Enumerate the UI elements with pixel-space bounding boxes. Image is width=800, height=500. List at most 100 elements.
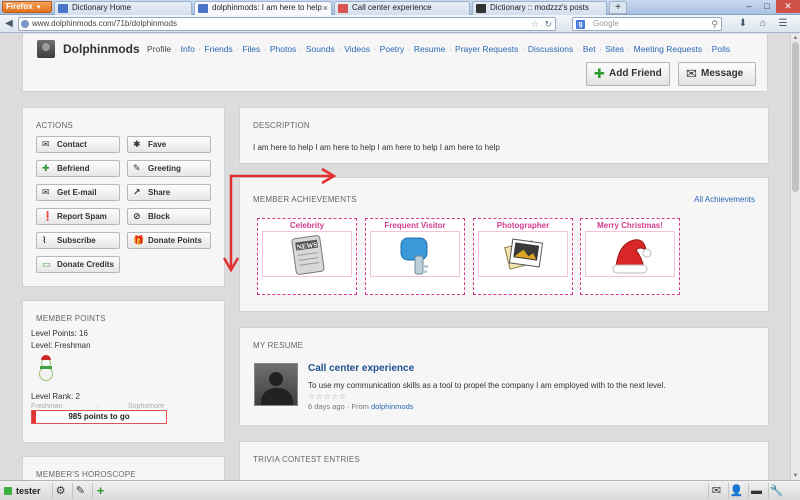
google-icon[interactable]: g: [576, 20, 585, 29]
page-scrollbar[interactable]: ▲ ▼: [790, 34, 800, 480]
level-progress-bar: 985 points to go: [31, 410, 167, 424]
search-placeholder: Google: [593, 19, 619, 28]
profile-nav-profile[interactable]: Profile: [147, 44, 171, 54]
description-text: I am here to help I am here to help I am…: [253, 143, 500, 152]
fave-button[interactable]: ✱ Fave: [127, 136, 211, 153]
nav-separator: ·: [446, 44, 455, 54]
profile-nav-prayer-requests[interactable]: Prayer Requests: [455, 44, 518, 54]
folder-icon[interactable]: ▬: [748, 483, 764, 499]
edit-icon[interactable]: ✎: [72, 483, 88, 499]
site-identity-icon[interactable]: [21, 20, 29, 28]
points-to-go: 985 points to go: [68, 412, 130, 421]
resume-panel: MY RESUME Call center experience To use …: [239, 327, 769, 426]
profile-nav-bet[interactable]: Bet: [583, 44, 596, 54]
description-panel: DESCRIPTION I am here to help I am here …: [239, 107, 769, 164]
to-level-label: Sophomore: [128, 403, 165, 410]
resume-author-link[interactable]: dolphinmods: [371, 402, 414, 411]
money-icon: ▭: [42, 259, 51, 269]
subscribe-button[interactable]: ⌇ Subscribe: [36, 232, 120, 249]
resume-avatar[interactable]: [254, 363, 298, 406]
action-label: Get E-mail: [57, 188, 97, 197]
badge-title: Frequent Visitor: [384, 221, 446, 230]
profile-nav-meeting-requests[interactable]: Meeting Requests: [634, 44, 703, 54]
browser-tab-dictionary-home[interactable]: Dictionary Home: [54, 1, 192, 15]
plus-icon[interactable]: +: [92, 483, 108, 499]
share-icon: ↗: [133, 187, 141, 197]
scrollbar-thumb[interactable]: [792, 42, 799, 192]
close-icon[interactable]: ×: [323, 2, 328, 14]
report-spam-button[interactable]: ❗ Report Spam: [36, 208, 120, 225]
contact-button[interactable]: ✉ Contact: [36, 136, 120, 153]
firefox-menu-button[interactable]: Firefox ▼: [2, 1, 52, 13]
donate-credits-button[interactable]: ▭ Donate Credits: [36, 256, 120, 273]
profile-nav-poetry[interactable]: Poetry: [380, 44, 405, 54]
befriend-button[interactable]: ✚ Befriend: [36, 160, 120, 177]
search-bar[interactable]: g Google ⚲: [572, 17, 722, 31]
back-arrow-icon[interactable]: ◀: [2, 17, 16, 31]
level-points: Level Points: 16: [31, 329, 88, 338]
badge-title: Merry Christmas!: [597, 221, 663, 230]
badge-merry-christmas[interactable]: Merry Christmas!: [580, 218, 680, 295]
snowman-level-icon: [37, 355, 55, 385]
badge-celebrity[interactable]: Celebrity NEWS: [257, 218, 357, 295]
nav-separator: ·: [703, 44, 711, 54]
profile-nav-files[interactable]: Files: [242, 44, 260, 54]
profile-nav-polls[interactable]: Polls: [712, 44, 730, 54]
download-icon[interactable]: ⬇: [736, 17, 750, 31]
gift-icon: 🎁: [133, 235, 145, 245]
get-e-mail-button[interactable]: ✉ Get E-mail: [36, 184, 120, 201]
badge-photographer[interactable]: Photographer: [473, 218, 573, 295]
site-favicon-icon: [58, 4, 68, 13]
arrow-right-icon: →: [93, 403, 100, 410]
achievements-panel: MEMBER ACHIEVEMENTS All Achievements Cel…: [239, 177, 769, 312]
browser-tab-dolphinmods[interactable]: dolphinmods: I am here to help ×: [194, 1, 332, 15]
page-content: Dolphinmods Profile · Info · Friends · F…: [0, 34, 790, 480]
profile-nav-friends[interactable]: Friends: [204, 44, 232, 54]
profile-nav-photos[interactable]: Photos: [270, 44, 296, 54]
profile-nav-resume[interactable]: Resume: [414, 44, 446, 54]
profile-nav-videos[interactable]: Videos: [344, 44, 370, 54]
browser-tab-dictionary-posts[interactable]: Dictionary :: modzzz's posts: [472, 1, 607, 15]
minimize-icon[interactable]: –: [740, 0, 758, 13]
new-tab-button[interactable]: +: [609, 1, 627, 14]
rating-stars[interactable]: ☆☆☆☆☆: [308, 392, 346, 401]
nav-separator: ·: [335, 44, 344, 54]
bookmark-star-icon[interactable]: ☆: [531, 18, 539, 30]
profile-name[interactable]: Dolphinmods: [63, 42, 140, 56]
wrench-icon[interactable]: 🔧: [768, 483, 784, 499]
message-button[interactable]: ✉ Message: [678, 62, 756, 86]
badge-frequent-visitor[interactable]: Frequent Visitor: [365, 218, 465, 295]
resume-entry-title[interactable]: Call center experience: [308, 363, 414, 374]
profile-nav-discussions[interactable]: Discussions: [528, 44, 573, 54]
magnifier-icon[interactable]: ⚲: [711, 18, 718, 30]
home-icon[interactable]: ⌂: [756, 17, 770, 31]
scroll-down-icon[interactable]: ▼: [791, 472, 800, 480]
avatar[interactable]: [37, 40, 55, 58]
person-icon[interactable]: 👤: [728, 483, 744, 499]
url-bar[interactable]: www.dolphinmods.com/71b/dolphinmods ☆ ↻: [18, 17, 556, 31]
reload-icon[interactable]: ↻: [544, 18, 552, 30]
scroll-up-icon[interactable]: ▲: [791, 34, 800, 42]
all-achievements-link[interactable]: All Achievements: [694, 195, 755, 204]
mail-icon[interactable]: ✉: [708, 483, 724, 499]
gear-icon[interactable]: ⚙: [52, 483, 68, 499]
toolbar-user[interactable]: tester: [4, 484, 41, 498]
maximize-icon[interactable]: □: [758, 0, 776, 13]
member-points-panel: MEMBER POINTS Level Points: 16 Level: Fr…: [22, 300, 225, 443]
action-label: Share: [148, 188, 171, 197]
chevron-down-icon: ▼: [35, 5, 42, 11]
block-button[interactable]: ⊘ Block: [127, 208, 211, 225]
profile-nav-sites[interactable]: Sites: [605, 44, 624, 54]
trivia-panel: TRIVIA CONTEST ENTRIES: [239, 441, 769, 480]
donate-points-button[interactable]: 🎁 Donate Points: [127, 232, 211, 249]
action-label: Donate Points: [148, 236, 202, 245]
toolbar-username: tester: [16, 486, 41, 496]
close-window-icon[interactable]: ✕: [776, 0, 800, 13]
profile-nav-sounds[interactable]: Sounds: [306, 44, 335, 54]
greeting-button[interactable]: ✎ Greeting: [127, 160, 211, 177]
profile-nav-info[interactable]: Info: [181, 44, 195, 54]
bookmarks-icon[interactable]: ☰: [776, 17, 790, 31]
browser-tab-call-center[interactable]: Call center experience: [334, 1, 470, 15]
add-friend-button[interactable]: ✚ Add Friend: [586, 62, 670, 86]
share-button[interactable]: ↗ Share: [127, 184, 211, 201]
